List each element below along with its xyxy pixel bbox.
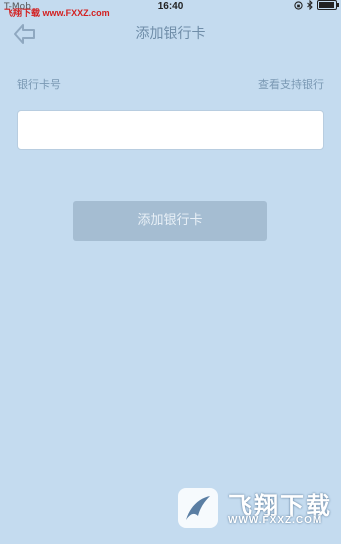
supported-banks-link[interactable]: 查看支持银行 xyxy=(258,76,324,92)
rotation-lock-icon xyxy=(294,0,303,10)
status-time: 16:40 xyxy=(157,1,184,12)
fxxz-logo-icon xyxy=(178,488,218,528)
card-number-label: 银行卡号 xyxy=(17,78,61,91)
nav-bar: 添加银行卡 xyxy=(0,14,341,52)
card-number-input[interactable] xyxy=(17,110,324,150)
status-icons xyxy=(294,0,339,10)
status-bar: T-Mob 飞翔下载 www.FXXZ.com 16:40 xyxy=(0,0,341,18)
page-title: 添加银行卡 xyxy=(135,26,206,42)
watermark-logo-url: WWW.FXXZ.COM xyxy=(228,515,323,526)
add-bank-card-button[interactable]: 添加银行卡 xyxy=(73,201,267,241)
bluetooth-icon xyxy=(307,0,313,10)
card-label-row: 银行卡号 查看支持银行 xyxy=(17,76,324,92)
watermark-logo: 飞翔下载 WWW.FXXZ.COM xyxy=(172,484,334,534)
battery-icon xyxy=(317,0,339,10)
